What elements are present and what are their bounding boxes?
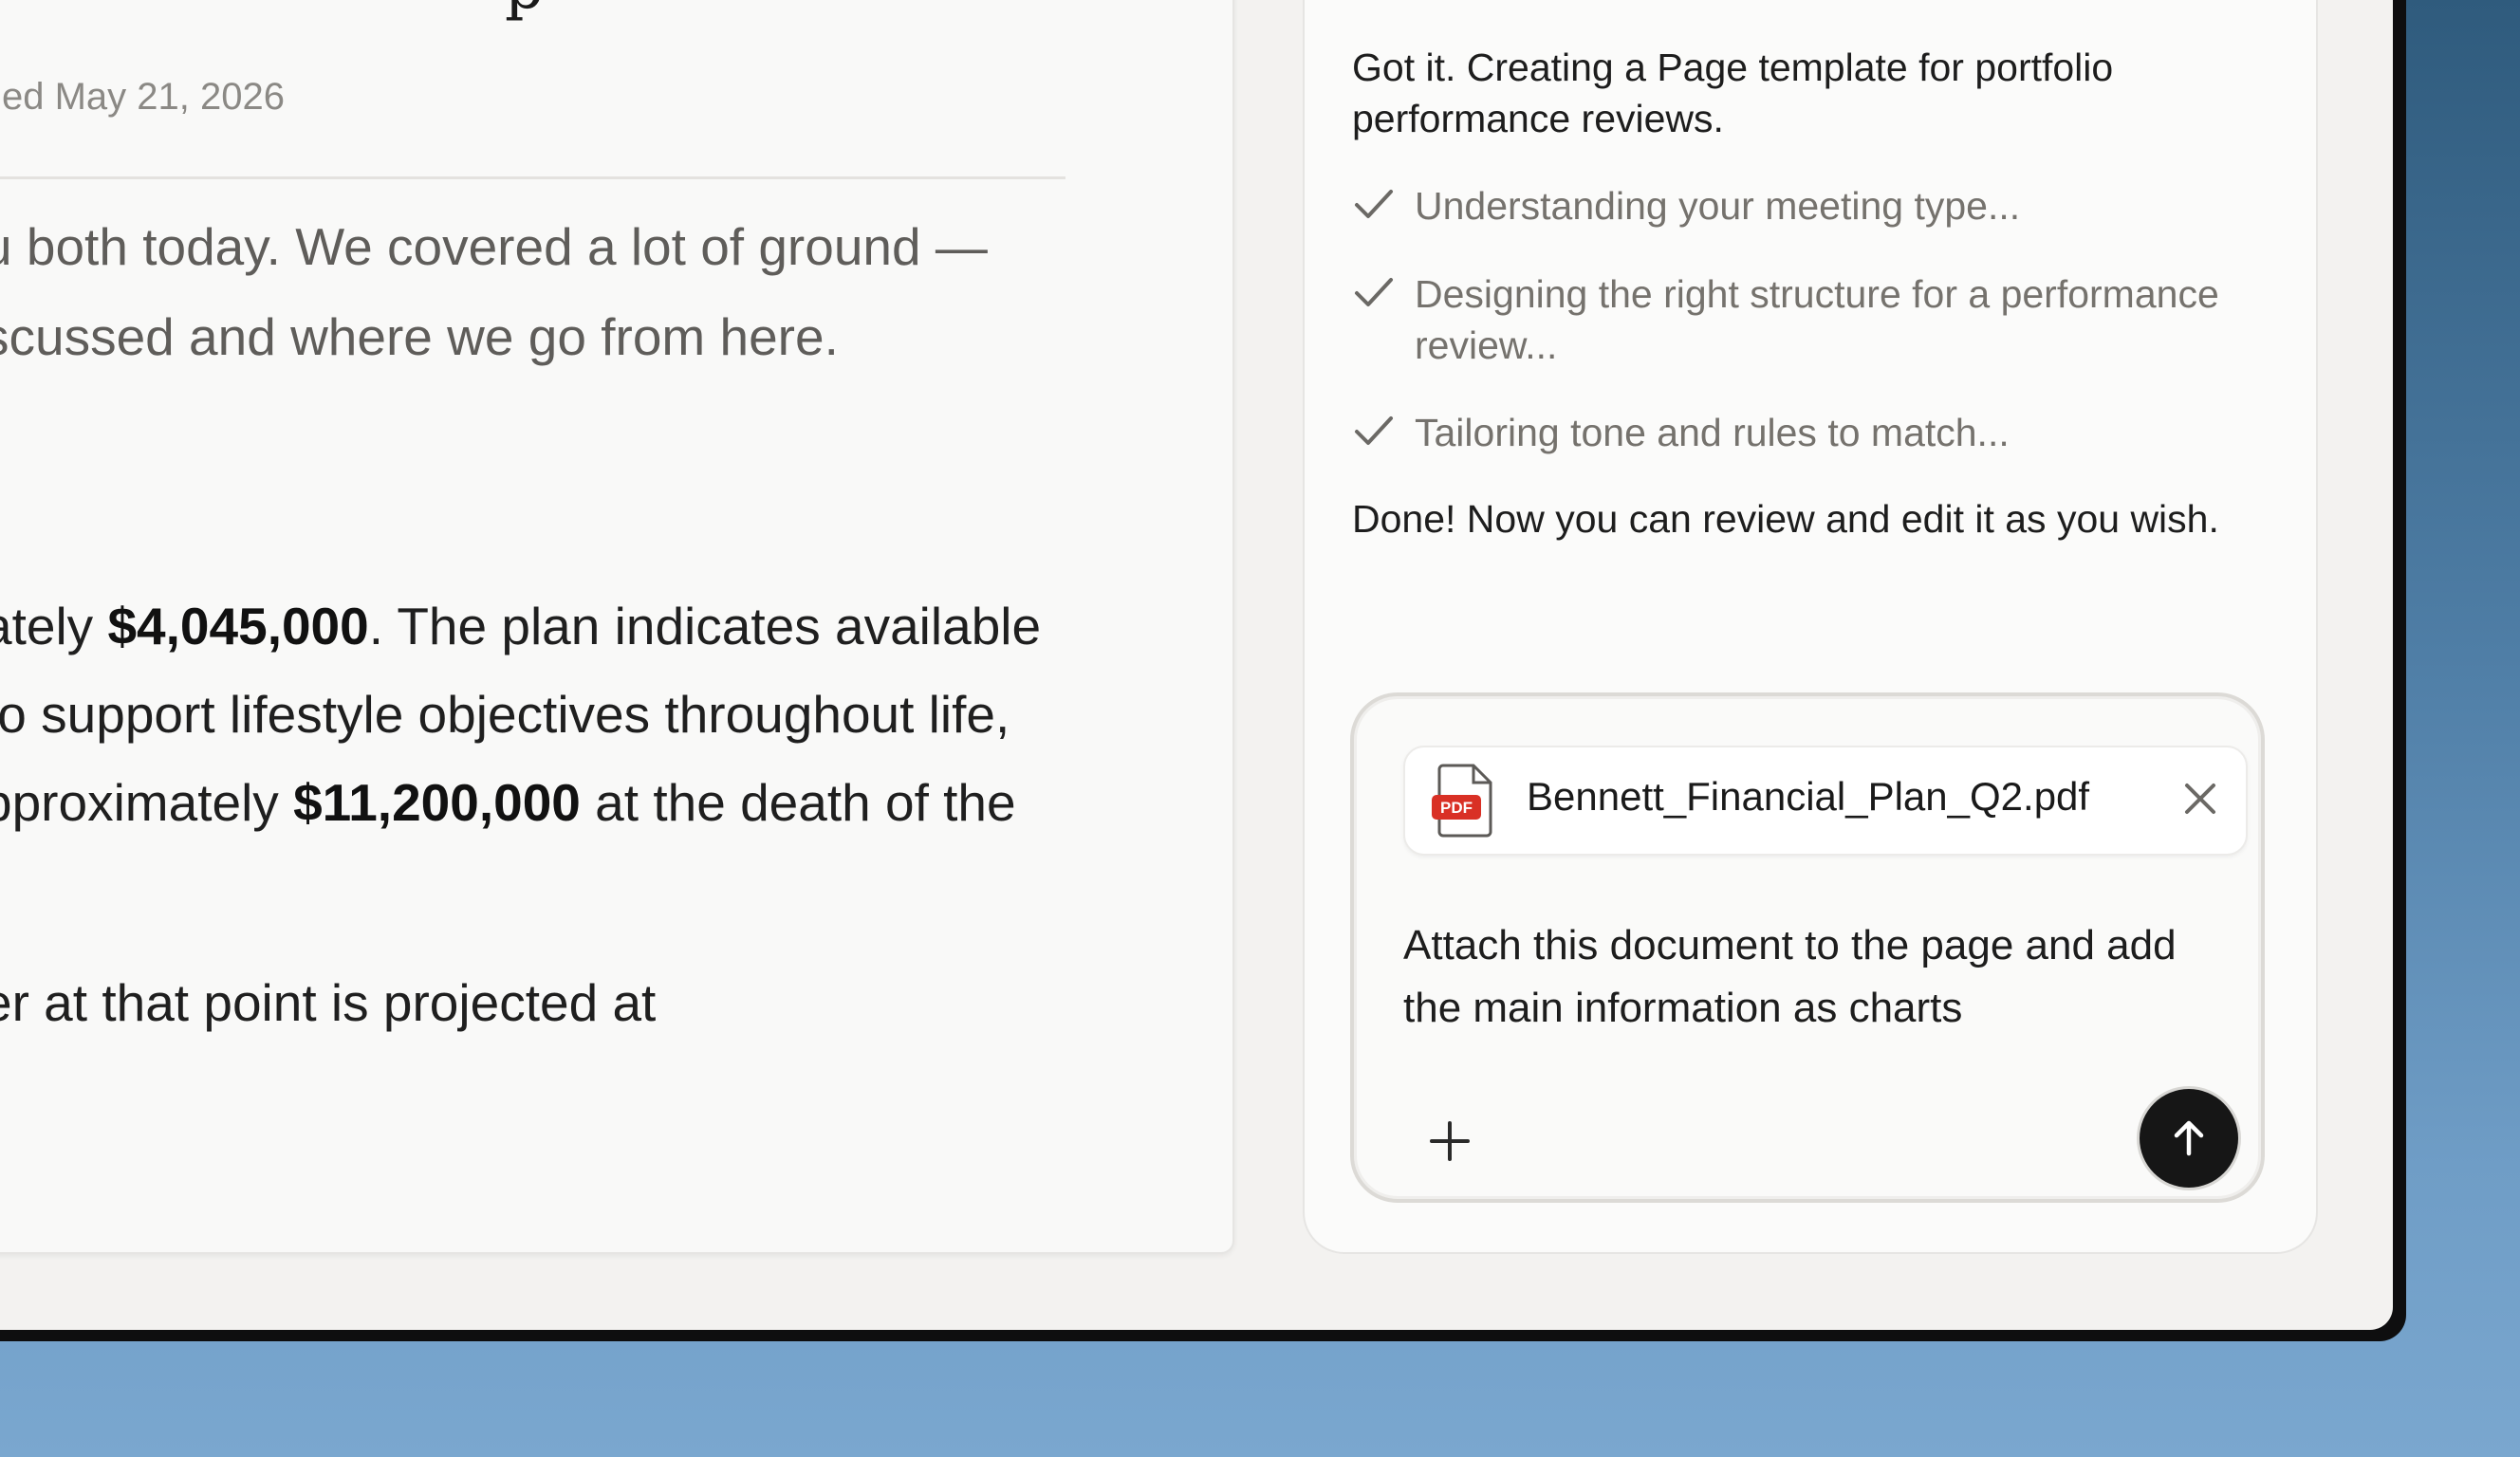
document-card: p fied May 21, 2026 u both today. We cov… xyxy=(0,0,1234,1254)
arrow-up-icon xyxy=(2174,1120,2204,1156)
checkmark-icon xyxy=(1355,416,1393,445)
checkmark-icon xyxy=(1355,190,1393,218)
amount-highlight: $11,200,000 xyxy=(293,773,581,832)
assistant-chat-panel: Got it. Creating a Page template for por… xyxy=(1303,0,2318,1254)
close-icon[interactable] xyxy=(2179,778,2221,820)
doc-paragraph-line: scussed and where we go from here. xyxy=(0,307,839,366)
doc-paragraph-line: er at that point is projected at xyxy=(0,973,657,1032)
progress-step-label: Designing the right structure for a perf… xyxy=(1415,272,2219,367)
doc-paragraph-line: ately $4,045,000. The plan indicates ava… xyxy=(0,597,1042,655)
document-title-fragment: p xyxy=(505,0,544,23)
assistant-message-intro: Got it. Creating a Page template for por… xyxy=(1352,46,2114,140)
amount-highlight: $4,045,000 xyxy=(107,597,369,655)
doc-paragraph-line: u both today. We covered a lot of ground… xyxy=(0,217,988,276)
attachment-file-name: Bennett_Financial_Plan_Q2.pdf xyxy=(1527,774,2090,819)
plus-icon[interactable] xyxy=(1422,1114,1477,1169)
prompt-input[interactable]: Attach this document to the page and add… xyxy=(1403,914,2229,1040)
attachment-chip[interactable]: PDF Bennett_Financial_Plan_Q2.pdf xyxy=(1403,746,2248,856)
pdf-file-icon: PDF xyxy=(1432,764,1492,838)
progress-step-label: Tailoring tone and rules to match... xyxy=(1415,411,2010,454)
send-button[interactable] xyxy=(2140,1089,2238,1188)
pdf-badge-text: PDF xyxy=(1440,799,1473,817)
divider xyxy=(0,176,1065,179)
checkmark-icon xyxy=(1355,278,1393,306)
doc-paragraph-line: pproximately $11,200,000 at the death of… xyxy=(0,773,1016,832)
last-modified-label: fied May 21, 2026 xyxy=(0,76,285,118)
assistant-message-done: Done! Now you can review and edit it as … xyxy=(1352,497,2219,541)
progress-step-label: Understanding your meeting type... xyxy=(1415,184,2021,228)
doc-paragraph-line: to support lifestyle objectives througho… xyxy=(0,685,1010,744)
message-composer[interactable]: PDF Bennett_Financial_Plan_Q2.pdf Attach… xyxy=(1350,692,2265,1203)
app-window: p fied May 21, 2026 u both today. We cov… xyxy=(0,0,2393,1330)
